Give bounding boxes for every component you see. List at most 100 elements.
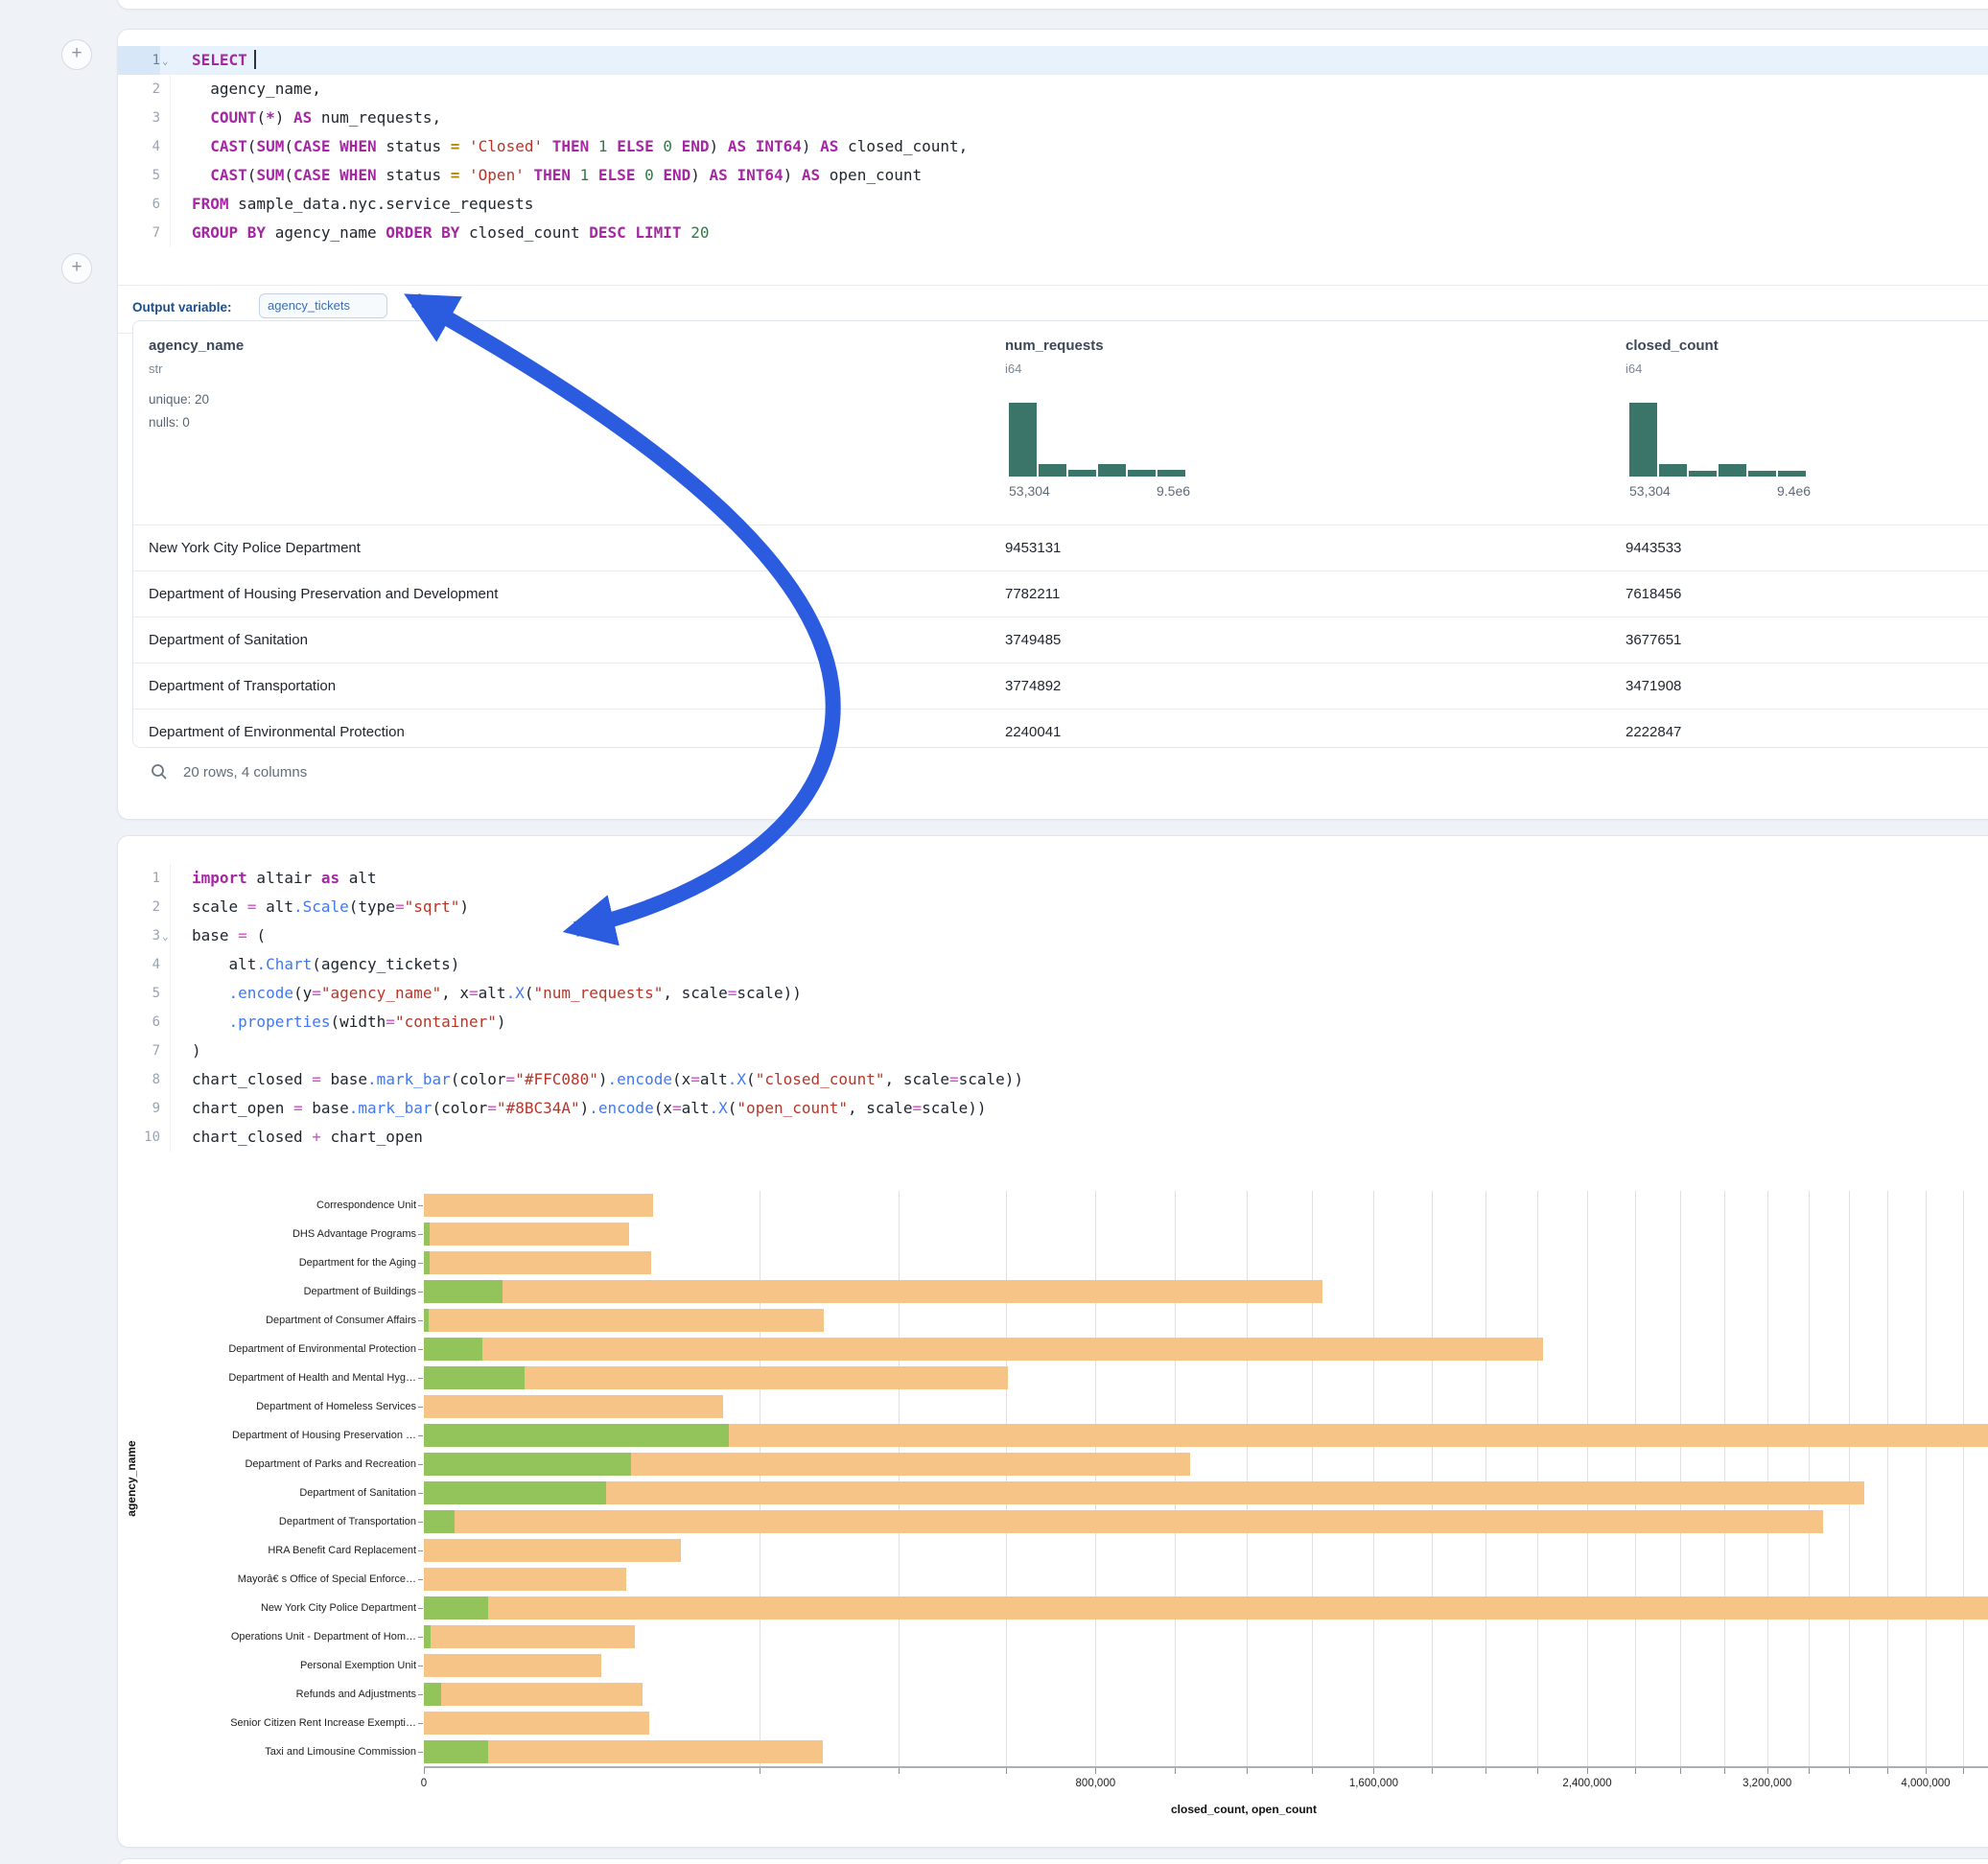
column-histogram [1009,403,1185,477]
open-count-bar[interactable] [424,1223,430,1246]
code-text: CAST(SUM(CASE WHEN status = 'Closed' THE… [170,132,968,161]
line-number: 10 [118,1123,160,1152]
x-tick [1095,1768,1096,1774]
table-row[interactable]: Department of Sanitation37494853677651 [133,617,1988,664]
closed-count-bar[interactable] [424,1539,681,1562]
code-line[interactable]: 6 .properties(width="container") [118,1008,1988,1037]
add-cell-button-top[interactable]: + [61,39,92,70]
closed-count-bar[interactable] [424,1309,824,1332]
x-tick [424,1768,425,1774]
open-count-bar[interactable] [424,1453,631,1476]
histogram-bar [1778,471,1806,477]
table-cell: 7782211 [1005,571,1060,617]
sql-code-editor[interactable]: 1⌄SELECT2 agency_name,3 COUNT(*) AS num_… [118,46,1988,276]
sql-cell: 1⌄SELECT2 agency_name,3 COUNT(*) AS num_… [117,29,1988,820]
open-count-bar[interactable] [424,1280,503,1303]
closed-count-bar[interactable] [424,1338,1543,1361]
histogram-bar [1719,464,1746,477]
column-header[interactable]: agency_name [149,338,244,354]
search-icon[interactable] [151,763,168,781]
closed-count-bar[interactable] [424,1683,643,1706]
code-line[interactable]: 1⌄SELECT [118,46,1988,75]
y-axis-label: Department of Health and Mental Hyg… [109,1372,416,1384]
closed-count-bar[interactable] [424,1194,653,1217]
code-line[interactable]: 4 CAST(SUM(CASE WHEN status = 'Closed' T… [118,132,1988,161]
line-number: 8 [118,1065,160,1094]
code-line[interactable]: 10 chart_closed + chart_open [118,1123,1988,1152]
code-line[interactable]: 4 alt.Chart(agency_tickets) [118,950,1988,979]
open-count-bar[interactable] [424,1338,482,1361]
closed-count-bar[interactable] [424,1510,1823,1533]
output-variable-chip[interactable]: agency_tickets [259,293,387,318]
table-row[interactable]: Department of Transportation377489234719… [133,663,1988,710]
y-axis-label: Mayorâ€ s Office of Special Enforce… [109,1573,416,1585]
gridline [1432,1191,1433,1766]
open-count-bar[interactable] [424,1309,429,1332]
x-tick [1926,1768,1927,1774]
x-tick [1373,1768,1374,1774]
code-line[interactable]: 5 CAST(SUM(CASE WHEN status = 'Open' THE… [118,161,1988,190]
closed-count-bar[interactable] [424,1712,649,1735]
gridline [899,1191,900,1766]
table-cell: 9453131 [1005,525,1061,571]
closed-count-bar[interactable] [424,1280,1322,1303]
closed-count-bar[interactable] [424,1395,723,1418]
open-count-bar[interactable] [424,1366,525,1389]
collapse-chevron-icon[interactable]: ⌄ [162,922,169,951]
column-stat: nulls: 0 [149,415,190,430]
code-line[interactable]: 6FROM sample_data.nyc.service_requests [118,190,1988,219]
add-cell-button-output[interactable]: + [61,253,92,284]
x-tick [1963,1768,1964,1774]
table-row-count: 20 rows, 4 columns [183,764,307,781]
code-text: .encode(y="agency_name", x=alt.X("num_re… [170,979,802,1008]
open-count-bar[interactable] [424,1625,431,1648]
code-line[interactable]: 2 agency_name, [118,75,1988,104]
y-axis-label: Personal Exemption Unit [109,1660,416,1671]
open-count-bar[interactable] [424,1510,455,1533]
gridline [1849,1191,1850,1766]
column-header[interactable]: num_requests [1005,338,1104,354]
open-count-bar[interactable] [424,1683,441,1706]
code-line[interactable]: 2scale = alt.Scale(type="sqrt") [118,893,1988,921]
code-line[interactable]: 1import altair as alt [118,864,1988,893]
code-text: chart_closed + chart_open [170,1123,423,1152]
code-text: GROUP BY agency_name ORDER BY closed_cou… [170,219,709,247]
x-tick [1767,1768,1768,1774]
gridline [1809,1191,1810,1766]
code-line[interactable]: 8 chart_closed = base.mark_bar(color="#FF… [118,1065,1988,1094]
x-tick [1587,1768,1588,1774]
result-table: agency_namestrunique: 20nulls: 0num_requ… [132,320,1988,748]
line-number: 5 [118,161,160,190]
code-line[interactable]: 5 .encode(y="agency_name", x=alt.X("num_… [118,979,1988,1008]
table-row[interactable]: Department of Environmental Protection22… [133,709,1988,748]
table-row[interactable]: New York City Police Department945313194… [133,524,1988,571]
open-count-bar[interactable] [424,1596,488,1619]
closed-count-bar[interactable] [424,1654,601,1677]
histogram-bar [1629,403,1657,477]
open-count-bar[interactable] [424,1481,606,1504]
code-line[interactable]: 7) [118,1037,1988,1065]
closed-count-bar[interactable] [424,1481,1864,1504]
collapse-chevron-icon[interactable]: ⌄ [162,47,169,76]
closed-count-bar[interactable] [424,1251,651,1274]
y-tick [418,1464,423,1465]
column-header[interactable]: closed_count [1625,338,1719,354]
open-count-bar[interactable] [424,1424,729,1447]
code-line[interactable]: 7GROUP BY agency_name ORDER BY closed_co… [118,219,1988,247]
code-line[interactable]: 3 COUNT(*) AS num_requests, [118,104,1988,132]
closed-count-bar[interactable] [424,1596,1988,1619]
closed-count-bar[interactable] [424,1568,626,1591]
code-text: chart_closed = base.mark_bar(color="#FFC… [170,1065,1023,1094]
code-line[interactable]: 9chart_open = base.mark_bar(color="#8BC3… [118,1094,1988,1123]
table-row[interactable]: Department of Housing Preservation and D… [133,571,1988,617]
y-tick [418,1579,423,1580]
closed-count-bar[interactable] [424,1625,635,1648]
open-count-bar[interactable] [424,1740,488,1763]
x-tick [1724,1768,1725,1774]
table-cell: 2222847 [1625,710,1681,748]
python-code-editor[interactable]: 1import altair as alt2scale = alt.Scale(… [118,864,1988,1161]
y-axis-label: Department of Sanitation [109,1487,416,1499]
open-count-bar[interactable] [424,1251,430,1274]
code-line[interactable]: 3⌄base = ( [118,921,1988,950]
closed-count-bar[interactable] [424,1223,629,1246]
